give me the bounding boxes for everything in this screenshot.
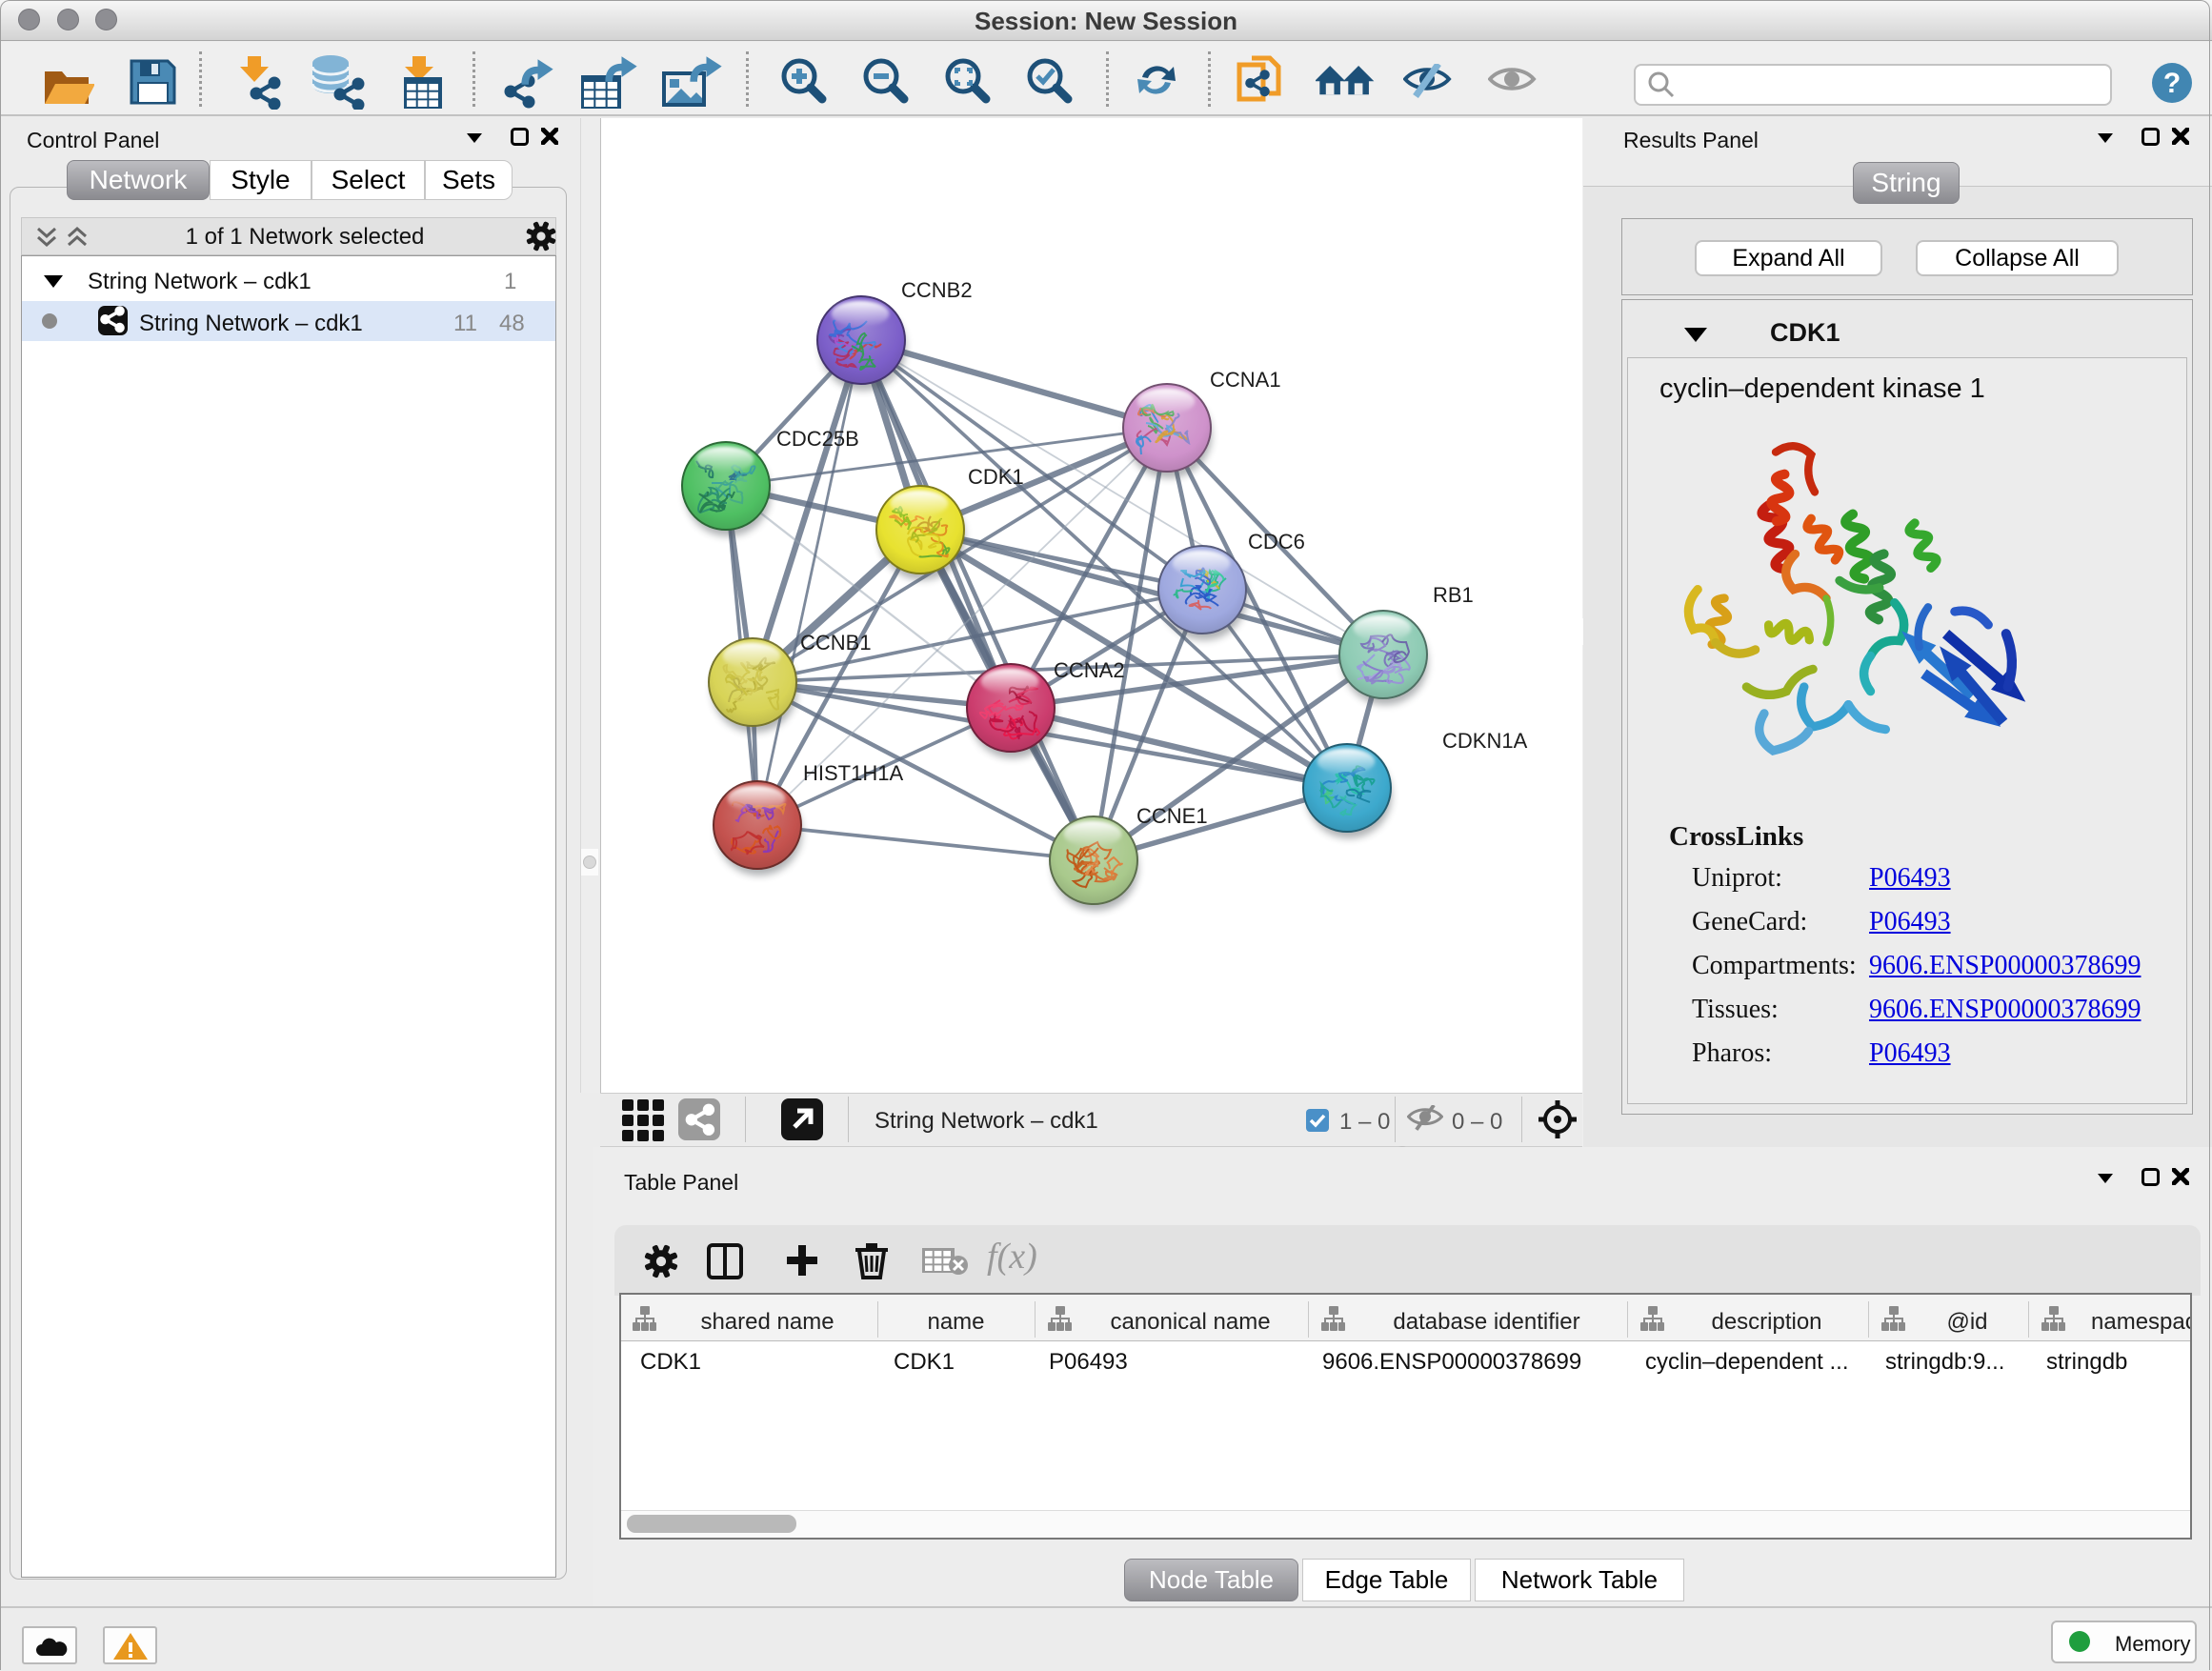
svg-text:CCNA1: CCNA1: [1210, 368, 1281, 392]
svg-text:CCNB2: CCNB2: [901, 278, 973, 302]
svg-text:HIST1H1A: HIST1H1A: [803, 761, 903, 785]
svg-text:CDKN1A: CDKN1A: [1442, 729, 1528, 753]
svg-text:CCNA2: CCNA2: [1054, 658, 1125, 682]
svg-text:CCNB1: CCNB1: [800, 631, 872, 654]
svg-text:CCNE1: CCNE1: [1136, 804, 1208, 828]
svg-text:RB1: RB1: [1433, 583, 1474, 607]
svg-text:?: ?: [2163, 68, 2181, 99]
svg-text:CDC6: CDC6: [1248, 530, 1305, 554]
svg-text:CDK1: CDK1: [968, 465, 1024, 489]
svg-text:CDC25B: CDC25B: [776, 427, 859, 451]
